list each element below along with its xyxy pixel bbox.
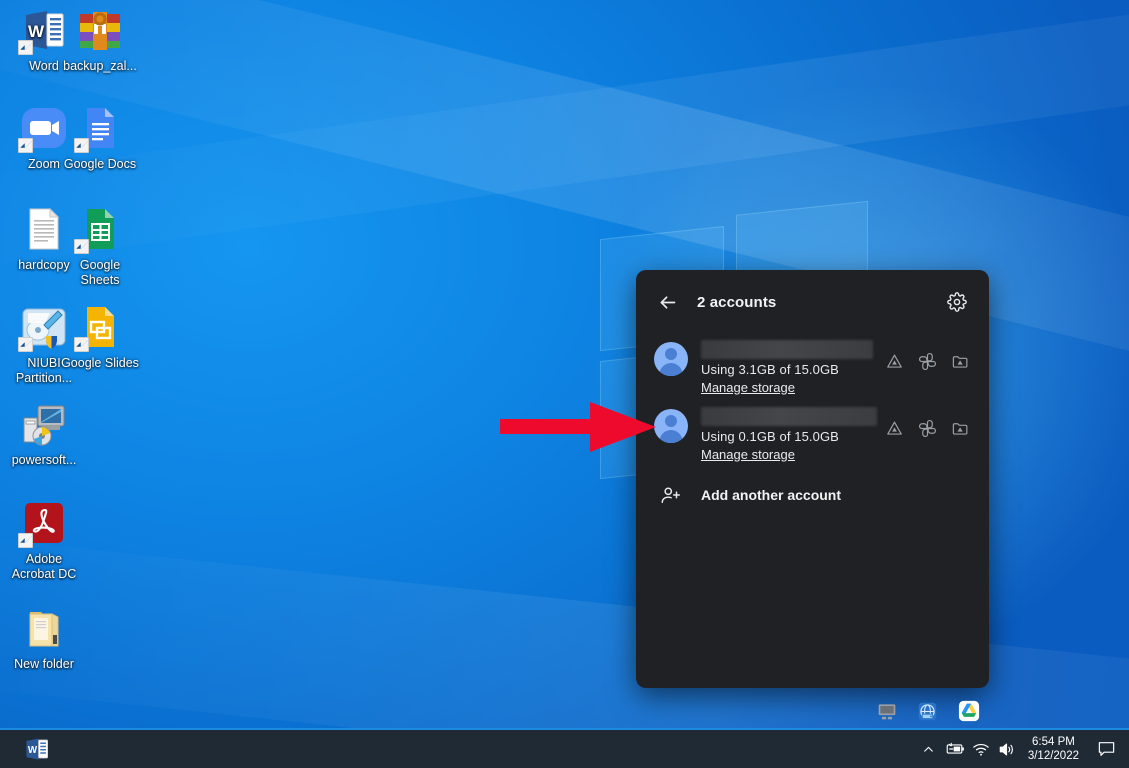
show-hidden-icons-chevron-icon[interactable] (916, 730, 942, 768)
drive-icon[interactable] (881, 348, 907, 374)
notifications-icon[interactable] (1089, 730, 1123, 768)
folder-icon (20, 604, 68, 652)
google-drive-icon[interactable] (956, 698, 982, 724)
shortcut-overlay-icon (18, 337, 33, 352)
taskbar-item-word[interactable]: W (20, 732, 54, 766)
google-photos-icon[interactable] (914, 415, 940, 441)
desktop-icon-label: powersoft... (0, 453, 90, 468)
taskbar-app-buttons: W (0, 732, 54, 766)
add-another-account-button[interactable]: Add another account (636, 474, 989, 516)
redacted-email (701, 407, 877, 426)
drive-folder-icon[interactable] (947, 348, 973, 374)
desktop-icon-label: backup_zal... (54, 59, 146, 74)
clock-time: 6:54 PM (1028, 735, 1079, 749)
taskbar: W (0, 728, 1129, 768)
account-storage-usage: Using 0.1GB of 15.0GB (701, 428, 881, 446)
desktop-icon-powersoft[interactable]: powersoft... (0, 400, 90, 468)
desktop-icon-backup-archive[interactable]: backup_zal... (54, 6, 146, 74)
network-drive-icon[interactable] (915, 698, 941, 724)
desktop-icon-new-folder[interactable]: New folder (0, 604, 90, 672)
panel-header: 2 accounts (636, 270, 989, 334)
back-arrow-icon[interactable] (650, 285, 684, 319)
account-actions (881, 415, 973, 441)
avatar (654, 342, 688, 376)
clock-date: 3/12/2022 (1028, 749, 1079, 763)
account-info: Using 3.1GB of 15.0GB Manage storage (701, 338, 881, 397)
wifi-icon[interactable] (968, 730, 994, 768)
system-tray: 6:54 PM 3/12/2022 (916, 729, 1129, 768)
add-another-account-label: Add another account (701, 487, 841, 503)
desktop-icon-google-docs[interactable]: Google Docs (54, 104, 146, 172)
avatar (654, 409, 688, 443)
desktop-icon-label: Google Docs (54, 157, 146, 172)
google-slides-icon (76, 303, 124, 351)
page-title: 2 accounts (697, 294, 776, 311)
google-docs-icon (76, 104, 124, 152)
tray-icon-strip (866, 694, 989, 728)
manage-storage-link[interactable]: Manage storage (701, 446, 795, 464)
volume-icon[interactable] (994, 730, 1020, 768)
shortcut-overlay-icon (74, 239, 89, 254)
winrar-archive-icon (76, 6, 124, 54)
desktop-icon-label: Adobe Acrobat DC (0, 552, 90, 582)
taskbar-clock[interactable]: 6:54 PM 3/12/2022 (1020, 735, 1089, 763)
adobe-acrobat-icon (20, 499, 68, 547)
display-icon[interactable] (874, 698, 900, 724)
account-row[interactable]: Using 0.1GB of 15.0GB Manage storage (636, 401, 989, 468)
person-add-icon (654, 484, 688, 506)
manage-storage-link[interactable]: Manage storage (701, 379, 795, 397)
account-actions (881, 348, 973, 374)
desktop-icon-google-sheets[interactable]: Google Sheets (54, 205, 146, 288)
annotation-arrow (498, 396, 658, 458)
account-info: Using 0.1GB of 15.0GB Manage storage (701, 405, 881, 464)
shortcut-overlay-icon (74, 337, 89, 352)
google-sheets-icon (76, 205, 124, 253)
svg-text:W: W (28, 745, 38, 756)
shortcut-overlay-icon (18, 40, 33, 55)
desktop-icon-label: Google Slides (54, 356, 146, 371)
account-storage-usage: Using 3.1GB of 15.0GB (701, 361, 881, 379)
desktop-icon-label: Google Sheets (54, 258, 146, 288)
desktop-icon-adobe-acrobat[interactable]: Adobe Acrobat DC (0, 499, 90, 582)
desktop-icon-google-slides[interactable]: Google Slides (54, 303, 146, 371)
desktop-icon-label: New folder (0, 657, 90, 672)
account-row[interactable]: Using 3.1GB of 15.0GB Manage storage (636, 334, 989, 401)
redacted-email (701, 340, 873, 359)
drive-folder-icon[interactable] (947, 415, 973, 441)
gear-icon[interactable] (941, 286, 973, 318)
svg-text:W: W (28, 22, 45, 41)
legacy-computer-icon (20, 400, 68, 448)
shortcut-overlay-icon (18, 533, 33, 548)
google-drive-accounts-panel: 2 accounts Using 3.1GB of 15.0GB Manage … (636, 270, 989, 688)
drive-icon[interactable] (881, 415, 907, 441)
shortcut-overlay-icon (74, 138, 89, 153)
shortcut-overlay-icon (18, 138, 33, 153)
battery-charging-icon[interactable] (942, 730, 968, 768)
google-photos-icon[interactable] (914, 348, 940, 374)
